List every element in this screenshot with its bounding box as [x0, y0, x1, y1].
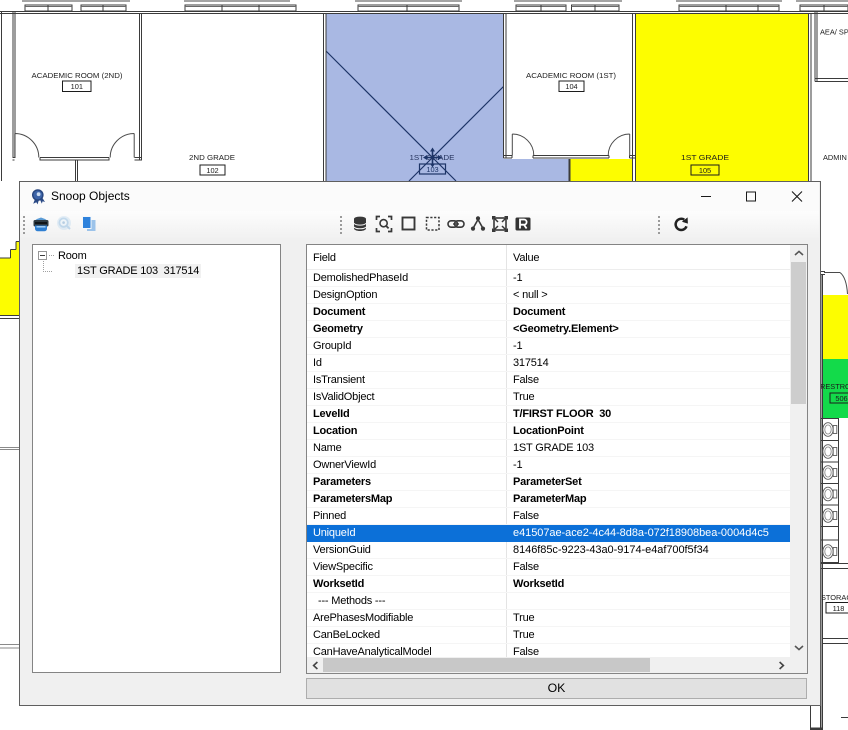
- svg-text:1ST GRADE: 1ST GRADE: [681, 153, 729, 162]
- svg-text:ADMIN: ADMIN: [823, 153, 847, 162]
- svg-text:118: 118: [833, 604, 845, 613]
- svg-text:ACADEMIC ROOM (2ND): ACADEMIC ROOM (2ND): [32, 71, 123, 80]
- svg-text:105: 105: [699, 166, 711, 175]
- svg-text:STORAGE: STORAGE: [821, 593, 848, 602]
- svg-text:ACADEMIC ROOM (1ST): ACADEMIC ROOM (1ST): [526, 71, 616, 80]
- svg-text:506: 506: [835, 394, 847, 403]
- svg-text:102: 102: [206, 166, 218, 175]
- svg-text:104: 104: [565, 82, 577, 91]
- svg-text:AEA/ SP: AEA/ SP: [820, 28, 848, 37]
- svg-text:RESTROOM: RESTROOM: [820, 382, 848, 391]
- svg-text:2ND GRADE: 2ND GRADE: [189, 153, 235, 162]
- svg-text:101: 101: [71, 82, 83, 91]
